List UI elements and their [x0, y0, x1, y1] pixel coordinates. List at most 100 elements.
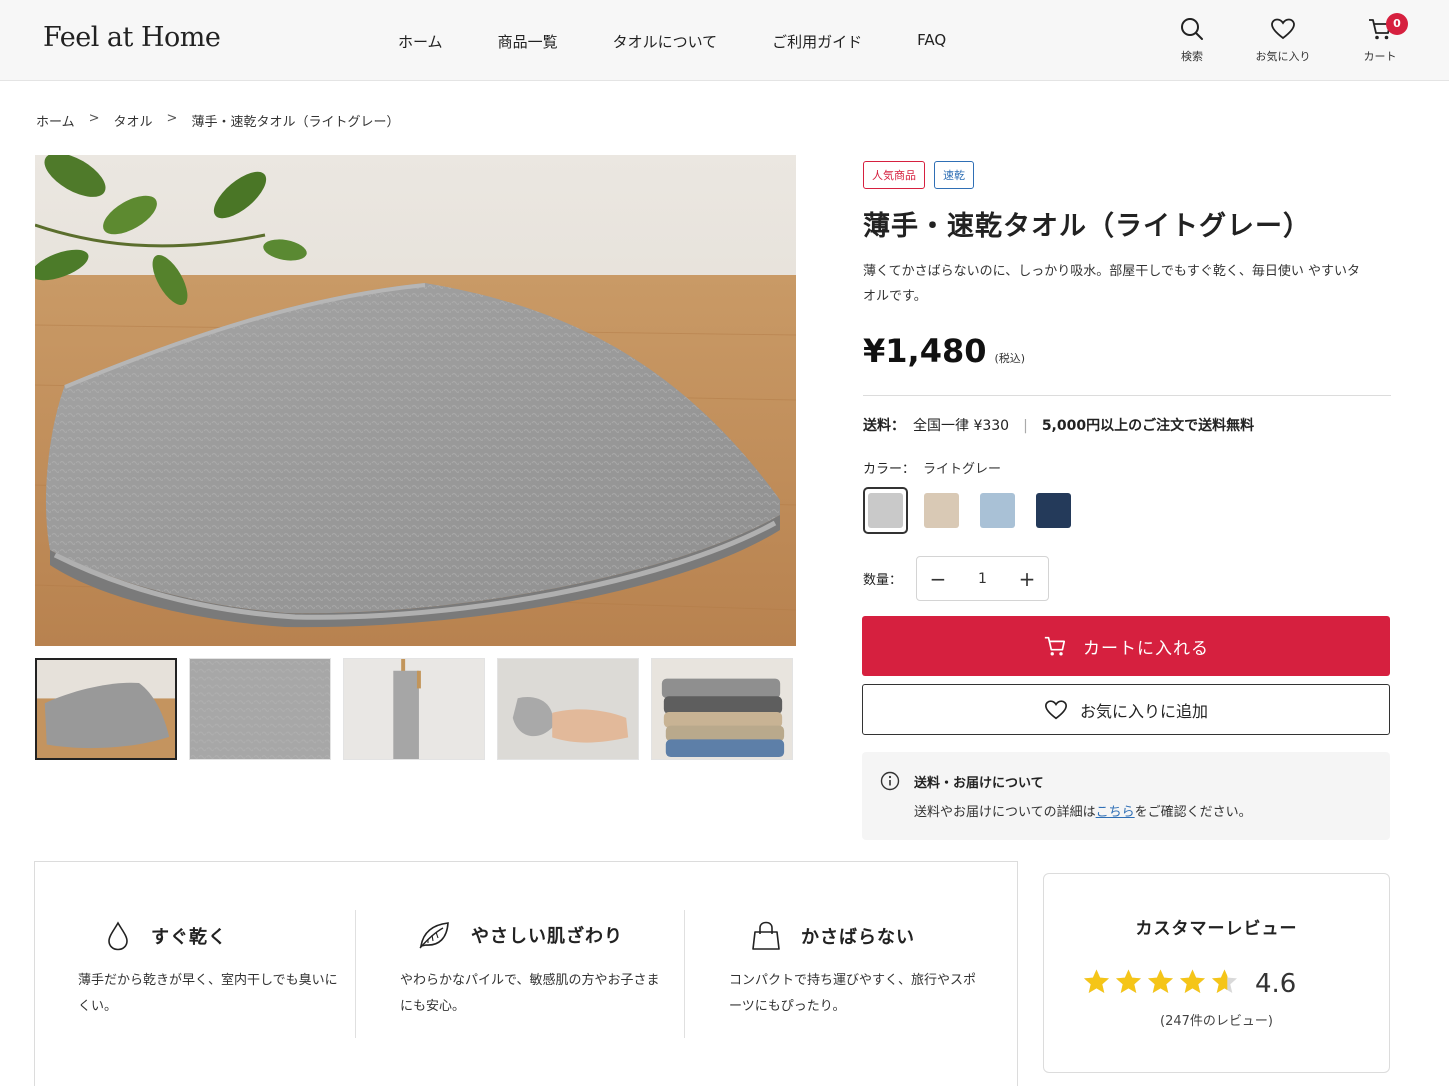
rating-value: 4.6 [1255, 969, 1297, 999]
price-amount: ¥1,480 [863, 332, 987, 370]
thumbnail-2[interactable] [189, 658, 331, 760]
feature-divider [684, 910, 685, 1038]
feature-title: すぐ乾く [151, 927, 227, 948]
heart-icon [1271, 18, 1295, 40]
thumbnail-5[interactable] [651, 658, 793, 760]
star-rating [1082, 968, 1242, 995]
divider [863, 395, 1391, 396]
popular-badge: 人気商品 [863, 161, 925, 189]
swatch-navy[interactable] [1031, 487, 1076, 534]
star-icon [1148, 969, 1173, 993]
heart-icon [1044, 699, 1067, 719]
feature-head: かさばらない [751, 920, 915, 952]
swatch-fill [980, 493, 1015, 528]
nav-faq[interactable]: FAQ [917, 31, 946, 52]
cart-label: カート [1363, 50, 1397, 63]
star-icon [1180, 969, 1205, 993]
thumbnail-4[interactable] [497, 658, 639, 760]
shipping-value: 全国一律 ¥330 [913, 418, 1010, 434]
add-to-cart-label: カートに入れる [1083, 638, 1209, 659]
feature-panel: すぐ乾く 薄手だから乾きが早く、室内干しでも臭いにくい。 やさしい肌ざわり やわ… [34, 861, 1018, 1086]
swatch-fill [1036, 493, 1071, 528]
feature-divider [355, 910, 356, 1038]
nav-home[interactable]: ホーム [398, 31, 443, 52]
product-main-image[interactable] [35, 155, 796, 646]
swatch-light-blue[interactable] [975, 487, 1020, 534]
search-icon [1181, 18, 1203, 40]
quantity-increase-button[interactable]: + [1018, 567, 1036, 591]
shipping-separator: | [1023, 418, 1028, 434]
nav-products[interactable]: 商品一覧 [498, 31, 558, 52]
bag-icon [752, 921, 780, 950]
quantity-label: 数量： [863, 573, 903, 588]
feature-desc: やわらかなパイルで、敏感肌の方やお子さまにも安心。 [400, 973, 660, 1014]
quantity-value[interactable]: 1 [978, 571, 987, 587]
free-shipping-note: 5,000円以上のご注文で送料無料 [1041, 418, 1255, 434]
info-text-pre: 送料やお届けについての詳細は [914, 805, 1096, 820]
feature-desc: コンパクトで持ち運びやすく、旅行やスポーツにもぴったり。 [729, 973, 977, 1014]
search-label: 検索 [1181, 50, 1203, 63]
favorites-label: お気に入り [1255, 50, 1311, 63]
swatch-light-gray[interactable] [863, 487, 908, 534]
shipping-label: 送料： [863, 418, 905, 434]
swatch-beige[interactable] [919, 487, 964, 534]
site-header: Feel at Home ホーム 商品一覧 タオルについて ご利用ガイド FAQ… [0, 0, 1449, 81]
cart-button[interactable]: 0 カート [1345, 13, 1415, 64]
leaf-icon [419, 922, 449, 949]
water-drop-icon [108, 921, 128, 951]
review-title: カスタマーレビュー [1135, 919, 1298, 939]
breadcrumb-current: 薄手・速乾タオル（ライトグレー） [191, 115, 400, 130]
customer-review-card[interactable]: カスタマーレビュー 4.6 (247件のレビュー) [1043, 873, 1390, 1073]
main-nav: ホーム 商品一覧 タオルについて ご利用ガイド FAQ [398, 31, 1001, 52]
search-button[interactable]: 検索 [1157, 16, 1227, 64]
info-link[interactable]: こちら [1096, 805, 1135, 820]
add-to-favorites-label: お気に入りに追加 [1079, 701, 1208, 721]
feature-title: かさばらない [801, 927, 915, 948]
info-title: 送料・お届けについて [914, 776, 1044, 791]
shipping-info: 送料： 全国一律 ¥330 | 5,000円以上のご注文で送料無料 [863, 415, 1254, 435]
favorites-button[interactable]: お気に入り [1248, 16, 1318, 64]
shipping-info-box: 送料・お届けについて 送料やお届けについての詳細はこちらをご確認ください。 [862, 752, 1390, 840]
product-description: 薄くてかさばらないのに、しっかり吸水。部屋干しでもすぐ乾く、毎日使い やすいタオ… [863, 264, 1360, 304]
product-price: ¥1,480 (税込) [863, 332, 1025, 370]
breadcrumb-home[interactable]: ホーム [36, 111, 75, 130]
info-text-post: をご確認ください。 [1134, 805, 1252, 820]
star-icon [1084, 969, 1109, 993]
thumbnail-1[interactable] [35, 658, 177, 760]
info-text: 送料やお届けについての詳細はこちらをご確認ください。 [914, 801, 1252, 820]
color-label-key: カラー： [863, 462, 916, 477]
selected-color: ライトグレー [923, 462, 1002, 477]
breadcrumb: ホーム > タオル > 薄手・速乾タオル（ライトグレー） [36, 111, 399, 130]
quantity-decrease-button[interactable]: − [929, 567, 947, 591]
cart-count-badge: 0 [1386, 13, 1408, 35]
quick-dry-badge: 速乾 [934, 161, 974, 189]
add-to-favorites-button[interactable]: お気に入りに追加 [862, 684, 1390, 735]
feature-head: すぐ乾く [105, 920, 227, 952]
thumbnail-3[interactable] [343, 658, 485, 760]
add-to-cart-button[interactable]: カートに入れる [862, 616, 1390, 676]
star-icon [1116, 969, 1141, 993]
swatch-fill [924, 493, 959, 528]
star-icon [1212, 969, 1237, 993]
color-label: カラー： ライトグレー [863, 458, 1001, 477]
breadcrumb-separator: > [166, 111, 178, 126]
swatch-fill [868, 493, 903, 528]
feature-desc: 薄手だから乾きが早く、室内干しでも臭いにくい。 [78, 973, 338, 1014]
cart-icon [1044, 636, 1066, 656]
breadcrumb-separator: > [88, 111, 100, 126]
breadcrumb-towels[interactable]: タオル [114, 111, 153, 130]
color-swatches [863, 487, 1087, 534]
nav-guide[interactable]: ご利用ガイド [772, 31, 862, 52]
feature-title: やさしい肌ざわり [471, 926, 623, 947]
info-icon [880, 771, 900, 791]
nav-about-towels[interactable]: タオルについて [613, 31, 718, 52]
thumbnail-strip [35, 658, 805, 760]
product-badges: 人気商品 速乾 [863, 161, 983, 189]
product-title: 薄手・速乾タオル（ライトグレー） [863, 211, 1311, 242]
towel-photo [35, 155, 796, 646]
feature-head: やさしい肌ざわり [417, 920, 623, 950]
site-logo[interactable]: Feel at Home [43, 22, 221, 53]
quantity-stepper: − 1 + [916, 556, 1049, 601]
review-count: (247件のレビュー) [1160, 1014, 1273, 1029]
tax-note: (税込) [994, 352, 1026, 365]
